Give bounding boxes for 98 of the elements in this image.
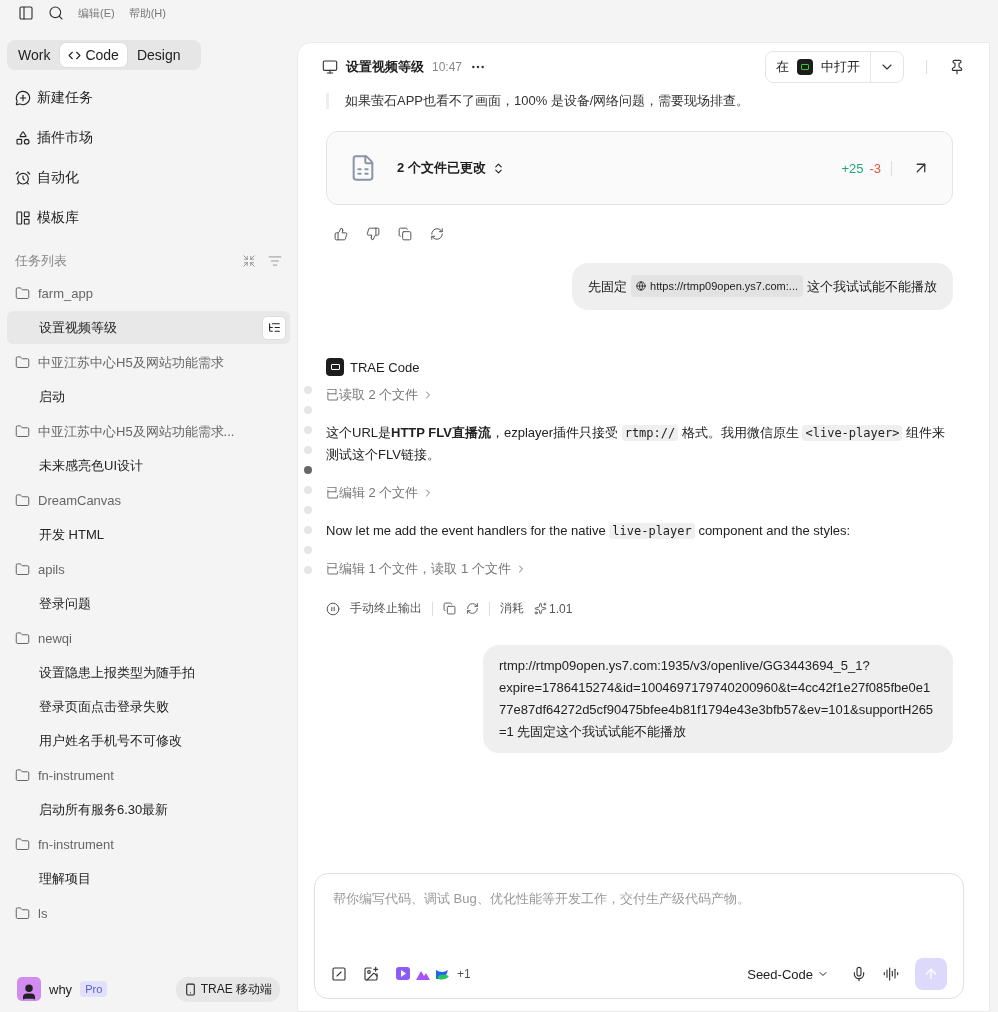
task-title: 设置视频等级 (346, 58, 424, 76)
menu-item[interactable]: 编辑(E) (78, 5, 115, 21)
task-item[interactable]: 理解项目 (7, 862, 290, 895)
folder-icon (15, 493, 30, 508)
app-logo-icon (797, 59, 813, 75)
cost-label: 消耗 (500, 600, 524, 617)
folder-icon (15, 906, 30, 921)
task-item[interactable]: 登录问题 (7, 587, 290, 620)
open-in-button[interactable]: 在 中打开 (766, 52, 871, 82)
search-icon[interactable] (48, 5, 64, 21)
sparkle-icon (534, 602, 547, 615)
mode-tab[interactable]: Code (60, 43, 127, 67)
task-label: 用户姓名手机号不可修改 (39, 731, 182, 750)
collapse-icon[interactable] (242, 254, 256, 268)
folder-item[interactable]: apils (7, 552, 290, 587)
task-item[interactable]: 未来感亮色UI设计 (7, 449, 290, 482)
mobile-app-button[interactable]: TRAE 移动端 (175, 976, 280, 1002)
monitor-icon[interactable] (322, 59, 338, 75)
lines-added: +25 (841, 160, 864, 176)
command-icon[interactable] (331, 966, 347, 982)
mode-tab[interactable]: Work (10, 43, 59, 67)
user-name: why (49, 981, 73, 997)
pin-icon[interactable] (949, 59, 965, 75)
task-item[interactable]: 启动所有服务6.30最新 (7, 793, 290, 826)
task-item[interactable]: 用户姓名手机号不可修改 (7, 724, 290, 757)
task-label: 未来感亮色UI设计 (39, 456, 143, 475)
task-item[interactable]: 登录页面点击登录失败 (7, 690, 290, 723)
user-message: rtmp://rtmp09open.ys7.com:1935/v3/openlive/GG3443694_5_1?expire=1786415274&id=1004697179740200960&t=4cc42f1e27f085fbe0e177e87df64272d5cf90475bfee4b81f1794e43e3bfb57&ev=101&supportH265=1 先固定这个我试试能不能播放 (483, 645, 953, 753)
folder-icon (15, 424, 30, 439)
task-item[interactable]: 启动 (7, 380, 290, 413)
folder-item[interactable]: newqi (7, 621, 290, 656)
step-summary[interactable]: 已编辑 1 个文件，读取 1 个文件 (326, 550, 953, 588)
globe-icon (636, 281, 647, 291)
task-label: 设置视频等级 (39, 318, 117, 337)
changed-files-title: 2 个文件已更改 (397, 159, 505, 177)
link-chip[interactable]: https://rtmp09open.ys7.com:... (631, 275, 803, 297)
task-label: 启动 (39, 387, 65, 406)
task-label: 理解项目 (39, 869, 91, 888)
task-label: 启动所有服务6.30最新 (39, 800, 169, 819)
task-item[interactable]: 设置隐患上报类型为随手拍 (7, 656, 290, 689)
task-item[interactable]: 设置视频等级 (7, 311, 290, 344)
retry-icon[interactable] (430, 227, 444, 241)
thumbs-down-icon[interactable] (366, 227, 380, 241)
folder-icon (15, 355, 30, 370)
copy-icon[interactable] (398, 227, 412, 241)
task-label: 设置隐患上报类型为随手拍 (39, 663, 195, 682)
person-icon (20, 983, 38, 1001)
task-tree-button[interactable] (262, 315, 286, 340)
prompt-composer[interactable]: 帮你编写代码、调试 Bug、优化性能等开发工作，交付生产级代码产物。 +1 Seed-Code (314, 873, 964, 999)
folder-item[interactable]: ls (7, 896, 290, 931)
thumbs-up-icon[interactable] (334, 227, 348, 241)
retry-icon[interactable] (466, 602, 479, 615)
image-icon[interactable] (363, 966, 379, 982)
step-summary[interactable]: 已读取 2 个文件 (326, 376, 953, 414)
voice-icon[interactable] (883, 966, 899, 982)
nav-item[interactable]: 模板库 (7, 198, 290, 238)
folder-icon (15, 286, 30, 301)
folder-icon (15, 631, 30, 646)
cost-value: 1.01 (549, 601, 573, 616)
changed-files-card[interactable]: 2 个文件已更改 +25 -3 (326, 131, 953, 205)
assistant-name: TRAE Code (350, 359, 420, 375)
message-text: 这个URL是HTTP FLV直播流，ezplayer插件只接受 rtmp:// 格式。我用微信原生 <live-player> 组件来测试这个FLV链接。 (326, 424, 947, 464)
nav-item[interactable]: 插件市场 (7, 118, 290, 158)
task-item[interactable]: 开发 HTML (7, 518, 290, 551)
folder-icon (15, 768, 30, 783)
mode-tab[interactable]: Design (128, 43, 189, 67)
message-text: 如果萤石APP也看不了画面，100% 是设备/网络问题，需要现场排查。 (326, 93, 953, 109)
folder-item[interactable]: farm_app (7, 276, 290, 311)
copy-icon[interactable] (443, 602, 456, 615)
folder-item[interactable]: fn-instrument (7, 758, 290, 793)
model-selector[interactable]: Seed-Code (741, 965, 835, 983)
folder-icon (15, 562, 30, 577)
pause-icon[interactable] (326, 601, 340, 616)
task-label: 开发 HTML (39, 525, 104, 544)
folder-item[interactable]: DreamCanvas (7, 483, 290, 518)
folder-item[interactable]: 中亚江苏中心H5及网站功能需求... (7, 414, 290, 449)
section-title: 任务列表 (15, 252, 67, 270)
folder-item[interactable]: fn-instrument (7, 827, 290, 862)
step-summary[interactable]: 已编辑 2 个文件 (326, 474, 953, 512)
phone-icon (183, 982, 197, 996)
assistant-logo-icon (326, 358, 344, 376)
menu-item[interactable]: 帮助(H) (128, 5, 166, 21)
nav-item[interactable]: 自动化 (7, 158, 290, 198)
nav-item[interactable]: 新建任务 (7, 78, 290, 118)
extra-apps-count: +1 (457, 967, 471, 981)
plan-badge: Pro (80, 981, 108, 997)
task-time: 10:47 (432, 60, 463, 74)
tree-icon (267, 321, 281, 334)
user-message: 先固定 https://rtmp09open.ys7.com:... 这个我试试能不能播放 (572, 263, 953, 310)
sidebar-toggle-icon[interactable] (18, 5, 34, 21)
message-text: Now let me add the event handlers for the native live-player component and the styles: (326, 522, 852, 541)
folder-item[interactable]: 中亚江苏中心H5及网站功能需求 (7, 345, 290, 380)
stop-output-button[interactable]: 手动终止输出 (350, 600, 422, 617)
lines-removed: -3 (869, 160, 892, 176)
task-label: 登录问题 (39, 594, 91, 613)
task-label: 登录页面点击登录失败 (39, 697, 169, 716)
folder-icon (15, 837, 30, 852)
microphone-icon[interactable] (851, 966, 867, 982)
